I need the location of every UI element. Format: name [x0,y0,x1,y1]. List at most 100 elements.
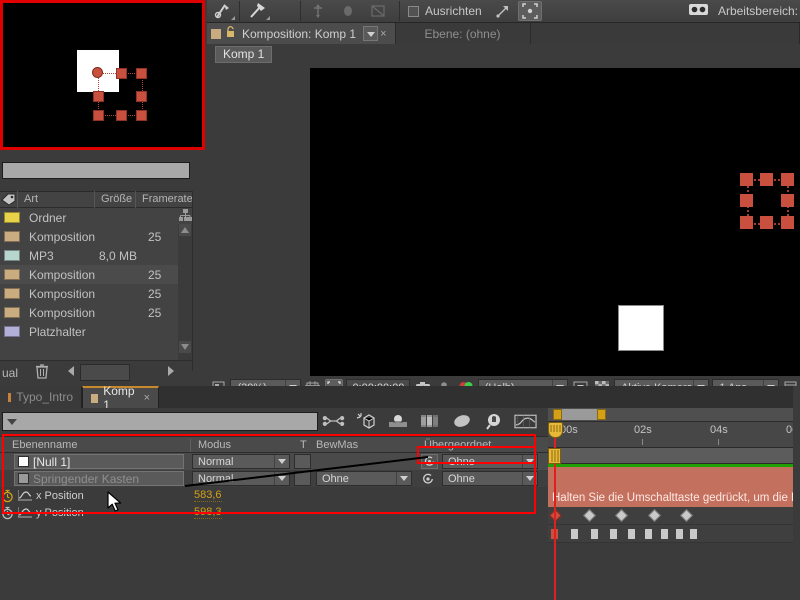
layer-trackmatte-toggle-kasten[interactable] [294,471,311,486]
timeline-property-row[interactable]: x Position 583,6 [0,487,548,504]
timeline-search-input[interactable] [2,412,318,431]
keyframe-marker[interactable] [680,509,693,522]
puppet-pin-tool-icon[interactable] [207,0,237,22]
null-handle[interactable] [740,194,753,207]
project-list-item[interactable]: Komposition 25 [0,303,178,322]
frame-blend-icon[interactable] [418,410,441,432]
chevron-down-icon[interactable] [274,472,289,485]
tab-komp1[interactable]: Komp 1 × [82,386,159,408]
keyframe-marker[interactable] [615,509,628,522]
project-list-item[interactable]: Komposition 25 [0,284,178,303]
nav-start-handle[interactable] [553,409,562,420]
stopwatch-icon[interactable] [1,506,14,523]
scroll-down-arrow[interactable] [179,341,191,353]
snapping-icon[interactable] [488,0,518,22]
layer-trackmatte-toggle-null1[interactable] [294,454,311,469]
footage-preview-panel[interactable] [0,0,205,150]
tab-komposition-komp1[interactable]: Komposition: Komp 1 × [207,23,396,44]
keyframe-marker[interactable] [628,529,635,539]
close-icon[interactable]: × [144,392,150,404]
align-option[interactable]: Ausrichten [408,4,482,18]
nav-end-handle[interactable] [597,409,606,420]
chevron-down-icon[interactable] [522,455,537,468]
preview-handle[interactable] [136,91,147,102]
subtab-komp1[interactable]: Komp 1 [215,46,272,63]
ellipse-icon[interactable] [333,0,363,22]
work-area-bar[interactable] [548,448,800,464]
time-navigator-range[interactable] [556,409,598,420]
keyframe-marker[interactable] [583,509,596,522]
chevron-down-icon[interactable] [396,472,411,485]
property-value-y-position[interactable]: 598,3 [194,506,222,519]
3d-layer-icon[interactable] [354,410,377,432]
keyframe-row-y-position[interactable] [548,525,800,543]
project-column-framerate[interactable]: Framerate [136,191,192,208]
close-icon[interactable]: × [380,28,386,40]
draft-3d-icon[interactable] [482,410,505,432]
graph-icon[interactable] [18,507,32,521]
null-handle[interactable] [760,173,773,186]
chevron-down-icon[interactable] [363,26,378,41]
timeline-property-row[interactable]: y Position 598,3 [0,504,548,521]
layer-trackmatte-select-kasten[interactable]: Ohne [316,471,412,486]
layer-name-field-null1[interactable]: [Null 1] [14,454,184,469]
region-of-interest-icon[interactable] [518,1,542,21]
column-modus[interactable]: Modus [192,437,231,454]
null-handle[interactable] [740,173,753,186]
layer-mode-select-kasten[interactable]: Normal [192,471,290,486]
keyframe-marker[interactable] [676,529,683,539]
scroll-up-arrow[interactable] [179,224,191,236]
lock-icon[interactable] [226,26,235,41]
white-box-layer[interactable] [618,305,664,351]
keyframe-marker[interactable] [648,509,661,522]
keyframe-marker[interactable] [645,529,652,539]
layer-parent-select-kasten[interactable]: Ohne [442,471,538,486]
layer-parent-select-null1[interactable]: Ohne [442,454,538,469]
project-prev-icon[interactable] [65,364,77,381]
tab-typo-intro[interactable]: Typo_Intro [0,386,82,408]
selected-layer-bar[interactable] [548,467,800,489]
timeline-layer-row[interactable]: [Null 1] Normal Ohne [0,453,548,470]
project-next-icon[interactable] [165,364,177,381]
clone-stamp-tool-icon[interactable] [242,0,272,22]
align-checkbox[interactable] [408,6,419,17]
parent-pickwhip-kasten[interactable] [421,472,435,486]
null-handle[interactable] [740,216,753,229]
trash-icon[interactable] [35,363,49,382]
parent-link-icon[interactable] [322,410,345,432]
preview-handle[interactable] [93,91,104,102]
chevron-down-icon[interactable] [7,419,17,425]
preview-anchor-point[interactable] [92,67,103,78]
time-navigator-bar[interactable] [548,408,800,422]
anchor-point-icon[interactable] [303,0,333,22]
keyframe-marker[interactable] [591,529,598,539]
null-handle[interactable] [781,173,794,186]
null-handle[interactable] [760,216,773,229]
parent-pickwhip-null1[interactable] [421,454,438,469]
time-ruler[interactable]: 00s 02s 04s 06s [548,422,800,448]
keyframe-row-x-position[interactable] [548,507,800,525]
project-scrollbar[interactable] [178,208,192,360]
playhead-marker[interactable] [548,448,561,464]
graph-icon[interactable] [18,490,32,504]
project-item-list[interactable]: Ordner Komposition 25 MP3 8,0 MB Komposi… [0,208,178,360]
motion-blur-icon[interactable] [386,410,409,432]
timeline-layer-row[interactable]: Springender Kasten Normal Ohne Ohne [0,470,548,487]
layer-mode-select-null1[interactable]: Normal [192,454,290,469]
tab-ebene-ohne[interactable]: Ebene: (ohne) [396,23,531,44]
project-list-item[interactable]: Platzhalter [0,322,178,341]
project-list-item[interactable]: Komposition 25 [0,227,178,246]
keyframe-marker[interactable] [661,529,668,539]
mask-icon[interactable] [363,0,393,22]
project-search-input[interactable] [2,162,190,179]
workspace-icon[interactable] [688,2,710,20]
column-bewmas[interactable]: BewMas [310,437,358,454]
null-handle[interactable] [781,194,794,207]
project-list-item[interactable]: Ordner [0,208,178,227]
chevron-down-icon[interactable] [522,472,537,485]
keyframe-marker[interactable] [610,529,617,539]
project-list-item[interactable]: MP3 8,0 MB [0,246,178,265]
column-uebergeordnet[interactable]: Übergeordnet [418,437,491,454]
project-compression-field[interactable] [80,364,130,381]
column-ebenenname[interactable]: Ebenenname [6,437,77,454]
